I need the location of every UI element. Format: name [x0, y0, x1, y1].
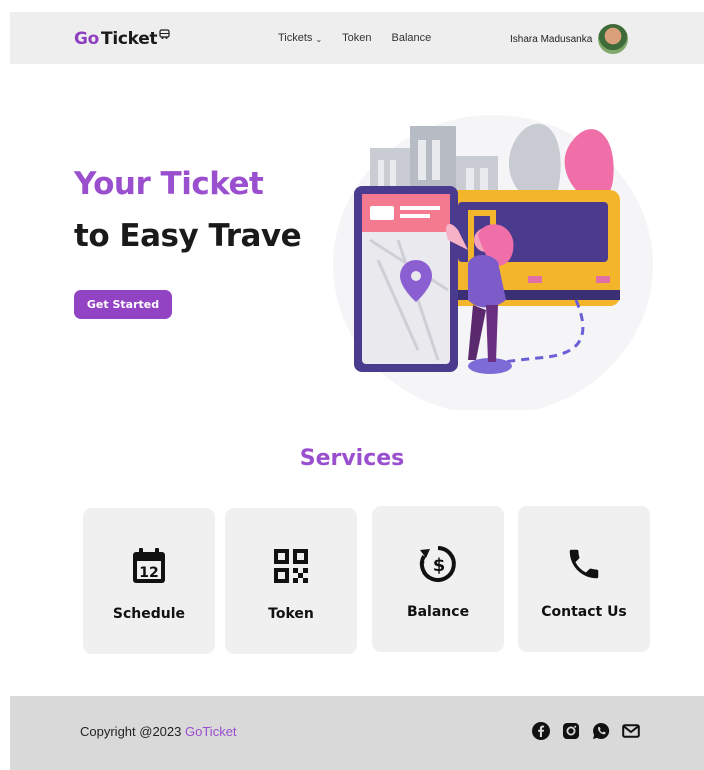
footer-brand[interactable]: GoTicket — [185, 724, 237, 739]
phone-icon — [564, 544, 604, 584]
chevron-down-icon: ⌄ — [315, 35, 323, 44]
nav-token[interactable]: Token — [342, 32, 371, 44]
logo[interactable]: Go Ticket — [74, 29, 171, 49]
svg-text:$: $ — [433, 555, 446, 576]
logo-suffix: Ticket — [101, 29, 158, 49]
qr-code-icon — [271, 546, 311, 586]
social-links — [532, 722, 640, 740]
service-card-label: Contact Us — [541, 604, 627, 620]
top-navbar: Go Ticket Tickets ⌄ Token Balance Ishara M… — [10, 12, 704, 64]
nav-balance[interactable]: Balance — [392, 32, 432, 44]
whatsapp-icon[interactable] — [592, 722, 610, 740]
calendar-icon: 12 — [129, 546, 169, 586]
hero-title-line1: Your Ticket — [74, 166, 264, 202]
travel-illustration — [333, 115, 653, 410]
copyright-label: Copyright @2023 — [80, 724, 182, 739]
copyright-text: Copyright @2023 GoTicket — [80, 724, 237, 739]
service-card-token[interactable]: Token — [225, 508, 357, 654]
avatar[interactable] — [598, 24, 629, 54]
bus-icon — [159, 29, 170, 39]
user-menu[interactable]: Ishara Madusanka — [510, 24, 629, 54]
get-started-button[interactable]: Get Started — [74, 290, 172, 319]
mail-icon[interactable] — [622, 722, 640, 740]
calendar-day-text: 12 — [139, 565, 158, 581]
service-card-schedule[interactable]: 12 Schedule — [83, 508, 215, 654]
service-card-label: Token — [268, 606, 314, 622]
hero-title-line2: to Easy Trave — [74, 218, 302, 254]
user-name: Ishara Madusanka — [510, 33, 593, 45]
service-card-contact[interactable]: Contact Us — [518, 506, 650, 652]
footer: Copyright @2023 GoTicket — [10, 696, 704, 770]
service-card-balance[interactable]: $ Balance — [372, 506, 504, 652]
services-heading: Services — [299, 446, 405, 471]
service-card-label: Schedule — [112, 606, 186, 622]
main-nav: Tickets ⌄ Token Balance — [278, 32, 431, 44]
facebook-icon[interactable] — [532, 722, 550, 740]
dollar-refresh-icon: $ — [418, 544, 458, 584]
nav-tickets-label: Tickets — [278, 32, 313, 44]
service-card-label: Balance — [406, 604, 470, 620]
logo-prefix: Go — [74, 29, 100, 49]
nav-tickets[interactable]: Tickets ⌄ — [278, 32, 322, 44]
instagram-icon[interactable] — [562, 722, 580, 740]
